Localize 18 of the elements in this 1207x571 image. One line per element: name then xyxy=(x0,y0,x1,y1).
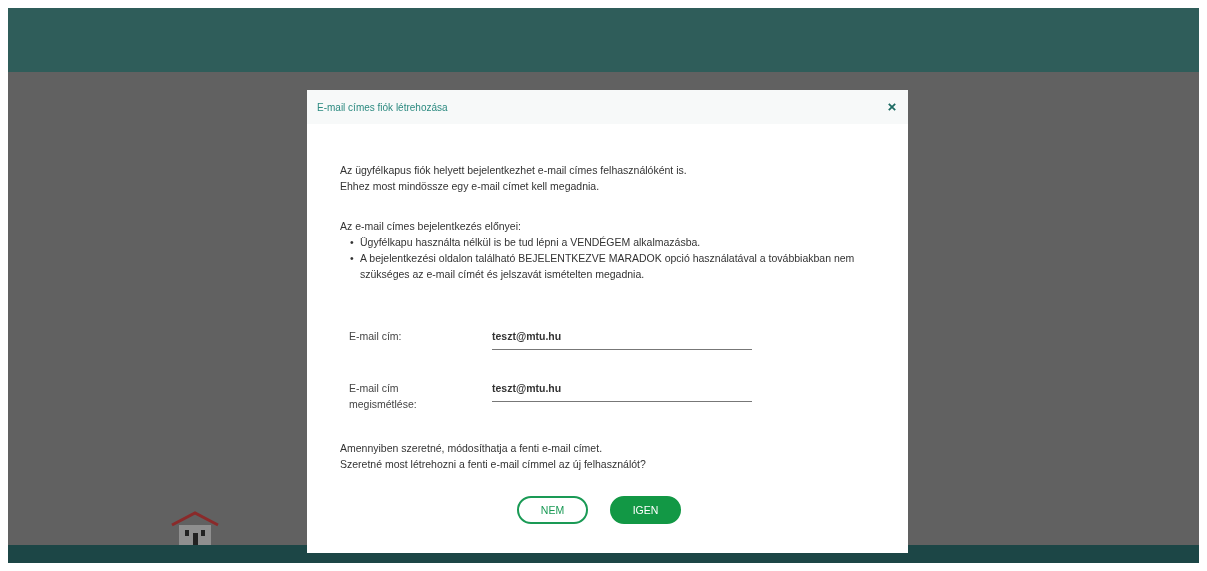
benefit-item: A bejelentkezési oldalon található BEJELENTKEZVE MARADOK opció használatával a továbbiakban nem szükséges az e-mail címét és jelszavát ismételten megadnia. xyxy=(360,251,856,282)
question-text: Szeretné most létrehozni a fenti e-mail címmel az új felhasználót? xyxy=(340,457,647,472)
benefits-heading: Az e-mail címes bejelentkezés előnyei: xyxy=(340,219,522,234)
yes-button[interactable]: IGEN xyxy=(610,496,681,524)
email-field[interactable]: teszt@mtu.hu xyxy=(492,328,752,350)
benefit-item: Ügyfélkapu használta nélkül is be tud lépni a VENDÉGEM alkalmazásba. xyxy=(360,235,702,250)
bullet-icon: • xyxy=(350,234,360,250)
email-field[interactable]: teszt@mtu.hu xyxy=(492,380,752,402)
field-label: E-mail cím megismétlése: xyxy=(349,381,418,412)
close-icon[interactable] xyxy=(888,103,896,111)
house-icon xyxy=(170,511,220,545)
bullet-icon: • xyxy=(350,250,360,266)
dialog-title: E-mail címes fiók létrehozása xyxy=(317,101,448,113)
no-button[interactable]: NEM xyxy=(517,496,588,524)
question-text: Amennyiben szeretné, módosíthatja a fenti e-mail címet. xyxy=(340,441,604,456)
intro-text: Az ügyfélkapus fiók helyett bejelentkezhet e-mail címes felhasználóként is. xyxy=(340,163,688,178)
field-label: E-mail cím: xyxy=(349,329,403,344)
intro-text: Ehhez most mindössze egy e-mail címet kell megadnia. xyxy=(340,179,601,194)
